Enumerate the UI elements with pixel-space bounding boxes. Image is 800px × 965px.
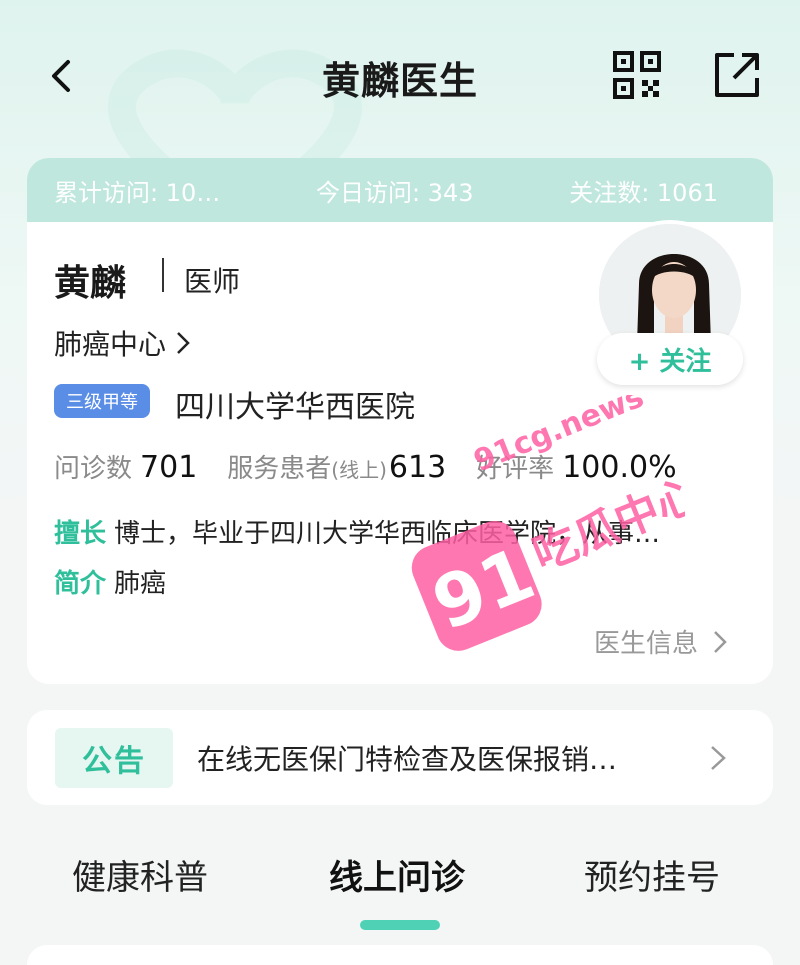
tab-health-education[interactable]: 健康科普 [72,850,208,899]
notice-bar[interactable]: 公告 在线无医保门特检查及医保报销… [27,710,773,805]
rating-value: 100.0% [562,450,677,485]
chevron-right-icon [714,630,727,653]
today-visits: 今日访问: 343 [315,178,474,207]
intro-row: 简介 肺癌 [54,563,166,600]
patients-value: 613 [388,450,447,485]
consult-value: 701 [140,450,198,485]
doctor-info-label: 医生信息 [593,629,698,659]
department-link[interactable]: 肺癌中心 [54,323,192,363]
stats-bar: 累计访问: 10… 今日访问: 343 关注数: 1061 [27,158,773,222]
specialty-label: 擅长 [54,519,107,549]
doctor-card: 累计访问: 10… 今日访问: 343 关注数: 1061 黄麟 医师 肺癌中心… [27,158,773,684]
follow-button[interactable]: + 关注 [597,333,743,385]
patients-label: 服务患者 [227,454,332,484]
qr-code-icon [613,51,661,99]
tab-online-consult[interactable]: 线上问诊 [329,850,465,899]
active-tab-indicator [360,920,440,930]
specialty-row: 擅长 博士，毕业于四川大学华西临床医学院，从事… [54,513,744,550]
hospital-name: 四川大学华西医院 [175,390,415,425]
consult-label: 问诊数 [54,454,133,484]
hospital-grade-badge: 三级甲等 [54,384,150,418]
notice-tag: 公告 [55,727,173,788]
specialty-text: 博士，毕业于四川大学华西临床医学院，从事… [114,519,661,549]
intro-text: 肺癌 [114,569,167,599]
content-card [27,945,773,965]
tab-bar: 健康科普 线上问诊 预约挂号 [0,838,800,930]
doctor-name: 黄麟 [54,263,127,304]
department-label: 肺癌中心 [54,328,167,361]
qr-code-button[interactable] [612,50,662,100]
doctor-title: 医师 [184,265,241,298]
total-visits: 累计访问: 10… [54,178,221,207]
chevron-right-icon [711,745,726,770]
name-divider [162,258,164,292]
notice-text: 在线无医保门特检查及医保报销… [197,742,618,776]
page-title: 黄麟医生 [321,59,478,103]
patients-sub-label: (线上) [331,458,387,482]
doctor-info-link[interactable]: 医生信息 [594,623,728,660]
metrics-row: 问诊数 701 服务患者 (线上) 613 好评率 100.0% [54,448,707,485]
share-button[interactable] [712,50,762,100]
rating-label: 好评率 [476,454,555,484]
intro-label: 简介 [54,569,107,599]
top-nav: 黄麟医生 [0,0,800,150]
followers-count: 关注数: 1061 [569,178,718,207]
chevron-right-icon [177,332,190,354]
share-icon [715,53,759,97]
tab-appointment[interactable]: 预约挂号 [584,850,720,899]
